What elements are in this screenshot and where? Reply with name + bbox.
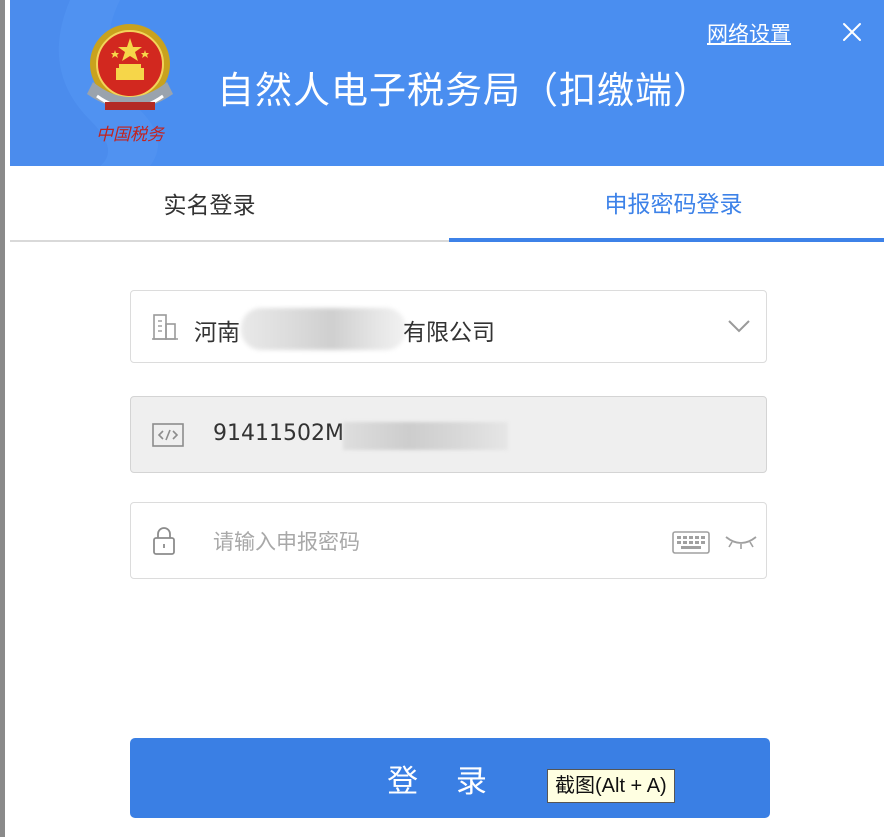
- keyboard-icon[interactable]: [672, 527, 710, 555]
- svg-text:中国税务: 中国税务: [96, 125, 166, 145]
- eye-closed-icon[interactable]: [724, 531, 758, 551]
- tab-declaration-password-login[interactable]: 申报密码登录: [449, 166, 884, 242]
- company-name-suffix: 有限公司: [403, 320, 495, 346]
- login-window: 中国税务 自然人电子税务局（扣缴端） 网络设置 实名登录 申报密码登录 河南 有…: [0, 0, 884, 837]
- building-icon: [152, 313, 178, 340]
- tax-id-value: 91411502M: [213, 421, 344, 446]
- company-name-prefix: 河南: [194, 320, 240, 346]
- login-tabs: 实名登录 申报密码登录: [10, 166, 884, 242]
- lock-icon: [153, 526, 175, 555]
- redacted-tax-id: [343, 422, 508, 450]
- tab-label: 实名登录: [163, 193, 256, 219]
- app-title: 自然人电子税务局（扣缴端）: [217, 69, 711, 112]
- close-button[interactable]: [836, 16, 868, 48]
- header-bar: 中国税务 自然人电子税务局（扣缴端） 网络设置: [10, 0, 884, 166]
- password-field[interactable]: [130, 502, 767, 579]
- screenshot-tooltip: 截图(Alt + A): [547, 769, 675, 803]
- tab-label: 申报密码登录: [604, 192, 743, 218]
- close-icon: [843, 23, 861, 41]
- tax-id-field[interactable]: 91411502M: [130, 396, 767, 473]
- chevron-down-icon[interactable]: [726, 315, 752, 337]
- redacted-company-name: [241, 308, 406, 350]
- network-settings-link[interactable]: 网络设置: [707, 18, 791, 48]
- national-emblem-logo: 中国税务: [75, 12, 185, 147]
- login-button-label: 登 录: [387, 763, 501, 800]
- tab-real-name-login[interactable]: 实名登录: [10, 166, 449, 240]
- password-input[interactable]: [211, 523, 655, 561]
- code-icon: [152, 422, 184, 447]
- company-select[interactable]: 河南 有限公司: [130, 290, 767, 363]
